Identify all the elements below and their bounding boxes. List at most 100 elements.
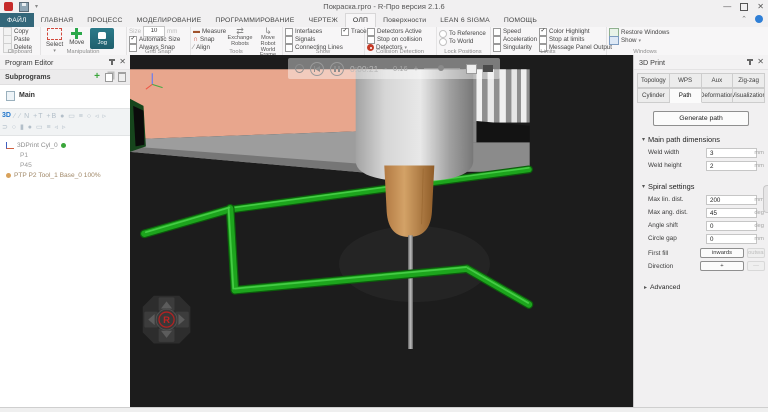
trash-icon[interactable] [118, 72, 126, 82]
interfaces-checkbox[interactable]: Interfaces [285, 28, 338, 35]
ribbon-tab-row: ФАЙЛ ГЛАВНАЯ ПРОЦЕСС МОДЕЛИРОВАНИЕ ПРОГР… [0, 13, 768, 28]
pin-icon[interactable] [749, 59, 751, 65]
advanced-expander[interactable]: ▸ Advanced [644, 284, 768, 291]
quick-access-caret-icon[interactable]: ▾ [35, 3, 38, 10]
first-fill-outwards-button[interactable]: outwards [747, 248, 765, 258]
detectors-active-checkbox[interactable]: Detectors Active [367, 28, 436, 35]
direction-row: Direction + — [648, 261, 764, 274]
tab-drawing[interactable]: ЧЕРТЕЖ [301, 13, 344, 27]
angle-shift-input[interactable] [706, 221, 757, 231]
tab-zigzag[interactable]: Zig-zag [733, 73, 765, 88]
pause-button[interactable] [330, 62, 344, 76]
collapse-ribbon-icon[interactable]: ⌃ [741, 15, 747, 23]
skip-to-start-button[interactable] [310, 62, 324, 76]
tab-glavnaya[interactable]: ГЛАВНАЯ [34, 13, 81, 27]
tab-file[interactable]: ФАЙЛ [0, 13, 34, 27]
r-logo-icon: R [163, 315, 170, 326]
group-show: Interfaces Signals Connecting Lines ✓Tra… [282, 27, 365, 55]
direction-plus-button[interactable]: + [700, 261, 744, 271]
tab-cylinder[interactable]: Cylinder [637, 88, 670, 103]
tab-visualization[interactable]: Visualization [733, 88, 765, 103]
direction-minus-button[interactable]: — [747, 261, 765, 271]
tree-node-3dprint[interactable]: 3DPrint Cyl_0 [6, 140, 130, 150]
color-highlight-checkbox[interactable]: ✓Color Highlight [539, 28, 612, 35]
tab-surfaces[interactable]: Поверхности [376, 13, 433, 27]
jog-button[interactable]: Jog [90, 28, 114, 49]
close-button[interactable]: ✕ [757, 2, 764, 11]
tool-cylinder [356, 69, 474, 181]
show-windows-icon [609, 36, 619, 45]
tab-deformation[interactable]: Deformation [702, 88, 734, 103]
circle-gap-input[interactable] [706, 234, 757, 244]
viewport-3d[interactable]: R [130, 55, 633, 407]
speed-decrease-button[interactable]: - [384, 64, 387, 73]
group-collision: Detectors Active Stop on collision Detec… [364, 27, 437, 55]
generate-path-button[interactable]: Generate path [653, 111, 749, 126]
program-editor-header: Program Editor ✕ [0, 55, 130, 70]
help-icon[interactable] [755, 15, 763, 23]
section-spiral[interactable]: ▾ Spiral settings [642, 182, 768, 191]
editor-tools-icon-strip-1[interactable]: ∕ ∕ N +T +B ● ▭ ≡ ○ ◃ ▹ [14, 112, 107, 120]
show-windows-dropdown[interactable]: Show▾ [609, 37, 684, 44]
collapse-caret-icon: ▾ [642, 183, 645, 190]
restore-windows-button[interactable]: Restore Windows [609, 29, 684, 36]
max-ang-dist-input[interactable] [706, 208, 757, 218]
maximize-button[interactable] [740, 3, 748, 11]
tab-aux[interactable]: Aux [702, 73, 734, 88]
group-lock: To Reference To World Lock Positions [436, 27, 491, 55]
to-world-radio[interactable]: To World [439, 38, 490, 45]
close-panel-icon[interactable]: ✕ [757, 58, 764, 66]
group-tools: ▬Measure ∩Snap ∕Align ⇄ Exchange Robots … [190, 27, 283, 55]
collapse-caret-icon: ▾ [642, 136, 645, 143]
subprogram-icon [6, 91, 15, 101]
tab-path-active[interactable]: Path [670, 88, 702, 103]
slider-knob[interactable] [438, 65, 444, 71]
minimize-button[interactable]: — [723, 2, 731, 11]
tab-programming[interactable]: ПРОГРАММИРОВАНИЕ [208, 13, 301, 27]
speed-increase-button[interactable]: + [414, 64, 419, 73]
save-icon[interactable] [19, 2, 29, 12]
panel-collapse-handle[interactable] [763, 185, 768, 213]
screenshot-icon[interactable] [466, 64, 477, 74]
program-tree: 3DPrint Cyl_0 P1 P45 PTP P2 Tool_1 Base_… [0, 136, 130, 180]
weld-width-input[interactable] [706, 148, 757, 158]
tab-olp-active[interactable]: ОЛП [345, 13, 376, 27]
snap-button[interactable]: ∩Snap [193, 36, 226, 43]
pin-icon[interactable] [111, 59, 113, 65]
ribbon: Copy Paste Delete Clipboard Select▾ Move… [0, 27, 768, 56]
group-grid-snap: Size mm ✓Automatic Size Always Snap Grid… [126, 27, 191, 55]
playback-settings-icon[interactable] [295, 64, 304, 73]
record-video-icon[interactable] [483, 65, 493, 72]
stop-on-collision-checkbox[interactable]: Stop on collision [367, 36, 436, 43]
tab-process[interactable]: ПРОЦЕСС [80, 13, 129, 27]
section-main-path[interactable]: ▾ Main path dimensions [642, 135, 768, 144]
mode-3d-toggle[interactable]: 3D [2, 112, 11, 119]
tab-topology[interactable]: Topology [637, 73, 670, 88]
automatic-size-checkbox[interactable]: ✓Automatic Size [129, 36, 190, 43]
speed-slider[interactable] [424, 68, 460, 69]
tab-lean6sigma[interactable]: LEAN 6 SIGMA [433, 13, 497, 27]
measure-button[interactable]: ▬Measure [193, 28, 226, 35]
tree-node-ptp[interactable]: PTP P2 Tool_1 Base_0 100% [6, 170, 130, 180]
close-panel-icon[interactable]: ✕ [119, 58, 126, 66]
editor-tools-icon-strip-2[interactable]: ⊃ ○ ▮ ● ▭ ≡ ◃ ▹ [2, 123, 67, 131]
tab-modeling[interactable]: МОДЕЛИРОВАНИЕ [130, 13, 209, 27]
tree-node-p1[interactable]: P1 [20, 150, 130, 160]
duplicate-icon[interactable] [105, 73, 113, 82]
subprogram-item-main[interactable]: Main [0, 89, 130, 102]
weld-height-input[interactable] [706, 161, 757, 171]
tab-help[interactable]: ПОМОЩЬ [497, 13, 544, 27]
to-reference-radio[interactable]: To Reference [439, 30, 490, 37]
tab-wps[interactable]: WPS [670, 73, 702, 88]
speed-checkbox[interactable]: Speed [493, 28, 536, 35]
hand-icon [98, 32, 106, 39]
print-panel-header: 3D Print ✕ [634, 55, 768, 70]
add-subprogram-icon[interactable]: + [94, 72, 100, 82]
max-lin-dist-input[interactable] [706, 195, 757, 205]
signals-checkbox[interactable]: Signals [285, 36, 338, 43]
tree-node-p45[interactable]: P45 [20, 160, 130, 170]
stop-at-limits-checkbox[interactable]: Stop at limits [539, 36, 612, 43]
first-fill-inwards-button[interactable]: inwards [700, 248, 744, 258]
acceleration-checkbox[interactable]: Acceleration [493, 36, 536, 43]
field-circle-gap: Circle gap mm [648, 233, 764, 246]
